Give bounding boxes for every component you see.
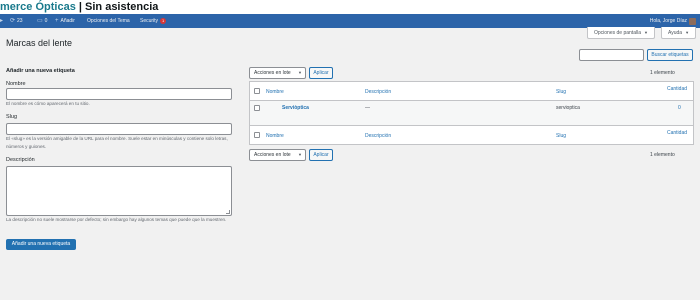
bulk-actions-select-bottom[interactable]: Acciones en lote ▼ bbox=[249, 149, 306, 161]
apply-button-bottom[interactable]: Aplicar bbox=[309, 149, 333, 161]
tag-slug-input[interactable] bbox=[6, 123, 232, 135]
tag-count-link[interactable]: 0 bbox=[678, 105, 681, 111]
items-count-top: 1 elemento bbox=[650, 70, 675, 76]
column-description-header[interactable]: Descripción bbox=[365, 89, 391, 95]
description-help: La descripción no suele mostrarse por de… bbox=[6, 217, 227, 222]
row-checkbox[interactable] bbox=[254, 105, 260, 111]
apply-button-top[interactable]: Aplicar bbox=[309, 67, 333, 79]
add-new-label: Añadir bbox=[60, 18, 75, 24]
site-title-separator: | bbox=[75, 1, 86, 13]
updates-count: 23 bbox=[17, 18, 23, 24]
site-brand-bar: merce Ópticas | Sin asistencia bbox=[0, 0, 700, 14]
bulk-actions-value: Acciones en lote bbox=[254, 70, 291, 76]
comment-icon: ▭ bbox=[37, 18, 43, 24]
resize-handle-icon[interactable] bbox=[226, 210, 230, 214]
tag-description: — bbox=[365, 105, 370, 111]
name-label: Nombre bbox=[6, 81, 26, 87]
screen-options-label: Opciones de pantalla bbox=[594, 30, 641, 36]
site-title-part1: merce Ópticas bbox=[0, 1, 76, 13]
comments-menu[interactable]: ▭ 0 bbox=[37, 14, 47, 28]
slug-label: Slug bbox=[6, 114, 18, 120]
tag-name-link[interactable]: Serviòptica bbox=[282, 105, 309, 111]
tag-slug: servioptica bbox=[556, 105, 580, 111]
name-help: El nombre es cómo aparecerá en tu sitio. bbox=[6, 101, 90, 106]
theme-options-menu[interactable]: Opciones del Tema bbox=[87, 14, 130, 28]
table-row: Serviòptica — servioptica 0 bbox=[250, 101, 693, 125]
column-count-header[interactable]: Cantidad bbox=[667, 86, 687, 92]
column-slug-header[interactable]: Slug bbox=[556, 89, 566, 95]
slug-help: El «slug» es la versión amigable de la U… bbox=[6, 136, 228, 149]
search-input[interactable] bbox=[579, 49, 644, 61]
items-count-bottom: 1 elemento bbox=[650, 152, 675, 158]
screen-options-button[interactable]: Opciones de pantalla ▼ bbox=[587, 27, 655, 39]
site-title-part2: Sin asistencia bbox=[85, 1, 159, 13]
tags-table: Nombre Descripción Slug Cantidad Serviòp… bbox=[249, 81, 694, 145]
bulk-actions-value-bottom: Acciones en lote bbox=[254, 152, 291, 158]
refresh-icon: ⟳ bbox=[10, 18, 16, 24]
column-slug-footer[interactable]: Slug bbox=[556, 133, 566, 139]
security-badge: 1 bbox=[160, 18, 167, 24]
add-new-menu[interactable]: + Añadir bbox=[55, 14, 75, 28]
caret-down-icon: ▼ bbox=[643, 30, 648, 35]
updates-menu[interactable]: ⟳ 23 bbox=[10, 14, 23, 28]
column-count-footer[interactable]: Cantidad bbox=[667, 130, 687, 136]
add-tag-heading: Añadir una nueva etiqueta bbox=[6, 68, 75, 74]
page-title: Marcas del lente bbox=[6, 38, 73, 48]
tag-description-textarea[interactable] bbox=[6, 166, 232, 216]
table-footer-row: Nombre Descripción Slug Cantidad bbox=[250, 125, 693, 144]
column-name-footer[interactable]: Nombre bbox=[266, 133, 284, 139]
select-all-checkbox[interactable] bbox=[254, 88, 260, 94]
admin-bar: ▸ ⟳ 23 ▭ 0 + Añadir Opciones del Tema Se… bbox=[0, 14, 700, 28]
help-label: Ayuda bbox=[668, 30, 683, 36]
chevron-down-icon: ▼ bbox=[298, 70, 302, 75]
column-name-header[interactable]: Nombre bbox=[266, 89, 284, 95]
caret-down-icon: ▼ bbox=[685, 30, 690, 35]
menu-icon: ▸ bbox=[0, 18, 4, 24]
chevron-down-icon: ▼ bbox=[298, 152, 302, 157]
plus-icon: + bbox=[55, 18, 59, 24]
avatar bbox=[689, 17, 696, 25]
bulk-actions-select-top[interactable]: Acciones en lote ▼ bbox=[249, 67, 306, 79]
wp-menu-toggle[interactable]: ▸ bbox=[0, 14, 4, 28]
site-title[interactable]: merce Ópticas | Sin asistencia bbox=[0, 1, 158, 13]
description-label: Descripción bbox=[6, 157, 35, 163]
comments-count: 0 bbox=[44, 18, 48, 24]
select-all-checkbox-footer[interactable] bbox=[254, 132, 260, 138]
column-description-footer[interactable]: Descripción bbox=[365, 133, 391, 139]
user-greeting: Hola, Jorge Díaz bbox=[649, 18, 687, 24]
help-button[interactable]: Ayuda ▼ bbox=[661, 27, 697, 39]
security-menu[interactable]: Security 1 bbox=[140, 14, 167, 28]
security-label: Security bbox=[140, 18, 159, 24]
tag-name-input[interactable] bbox=[6, 88, 232, 100]
theme-options-label: Opciones del Tema bbox=[87, 18, 130, 24]
table-header-row: Nombre Descripción Slug Cantidad bbox=[250, 82, 693, 101]
search-button[interactable]: Buscar etiquetas bbox=[647, 49, 693, 61]
user-account-menu[interactable]: Hola, Jorge Díaz bbox=[650, 14, 696, 28]
add-tag-submit-button[interactable]: Añadir una nueva etiqueta bbox=[6, 239, 76, 250]
